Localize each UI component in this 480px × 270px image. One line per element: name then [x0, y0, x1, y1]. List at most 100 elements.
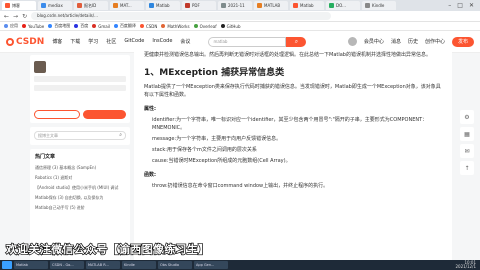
tab-favicon-icon	[221, 3, 226, 8]
start-button[interactable]	[2, 261, 12, 269]
article-intro: 更健康并检测错误信息输出。然后再判断无错误时对话框的处理逻辑。在此总结一下Mat…	[144, 52, 431, 58]
browser-tab[interactable]: 2021-11	[218, 1, 252, 10]
browser-tab[interactable]: DO...	[326, 1, 360, 10]
hot-article-link[interactable]: 【Android studio】使用小米手机 (MIUI) 调试	[35, 185, 125, 191]
article-body: 更健康并检测错误信息输出。然后再判断无错误时对话框的处理逻辑。在此总结一下Mat…	[134, 47, 452, 262]
bookmark-item[interactable]: MathWorks	[161, 23, 190, 29]
taskbar-window[interactable]: Matlab	[14, 261, 48, 269]
header-link[interactable]: 消息	[391, 38, 401, 45]
tab-label: MAT...	[120, 3, 132, 8]
blog-search-input[interactable]: 搜博主文章 ⌕	[34, 131, 126, 140]
browser-tab[interactable]: mediax	[38, 1, 72, 10]
csdn-logo[interactable]: CSDN	[6, 37, 44, 47]
forward-icon[interactable]: →	[13, 13, 18, 20]
tab-label: 博客	[12, 3, 20, 8]
follow-button[interactable]	[82, 110, 126, 119]
browser-tab[interactable]: MATLAB	[254, 1, 288, 10]
nav-link[interactable]: 下载	[70, 38, 80, 45]
tab-favicon-icon	[77, 3, 82, 8]
back-icon[interactable]: ←	[4, 13, 9, 20]
author-avatar[interactable]	[34, 61, 46, 73]
header-link[interactable]: 会员中心	[364, 38, 384, 45]
tab-label: 2021-11	[228, 3, 245, 8]
hot-article-link[interactable]: Robotics (1) 退斯对	[35, 175, 125, 181]
browser-tab[interactable]: Matlab	[146, 1, 180, 10]
bookmark-item[interactable]: GitHub	[220, 24, 241, 29]
tab-label: PDF	[192, 3, 200, 8]
tab-label: mediax	[48, 3, 63, 8]
bookmark-item[interactable]: 百度	[74, 23, 88, 29]
site-search-input[interactable]: matlab	[208, 36, 287, 47]
taskbar-clock[interactable]: 10:01 2021/12/1	[455, 261, 476, 269]
bookmark-label: MathWorks	[167, 23, 190, 29]
search-button[interactable]: ⌕	[286, 36, 307, 47]
bookmark-item[interactable]: 百度翻译	[113, 23, 136, 29]
nav-link[interactable]: GitCode	[124, 38, 144, 45]
window-controls: – □ ✕	[448, 2, 474, 9]
stats-row	[34, 76, 126, 82]
bookmark-icon	[48, 24, 53, 28]
browser-tab[interactable]: 报名ID	[74, 1, 108, 10]
nav-link[interactable]: 社区	[106, 38, 116, 45]
property-item: identifier:为一个字符串，唯一标识对应一个identifier，其至少…	[152, 117, 428, 131]
url-field[interactable]: blog.csdn.net/article/details/...	[31, 12, 332, 20]
search-icon: ⌕	[294, 37, 299, 45]
nav-link[interactable]: 博客	[52, 38, 62, 45]
gear-icon[interactable]: ⚙	[460, 110, 474, 124]
tab-favicon-icon	[113, 3, 118, 8]
hot-article-link[interactable]: Matlab自己动手写 (5) 进阶	[35, 205, 125, 211]
nav-link[interactable]: 学习	[88, 38, 98, 45]
bookmark-item[interactable]: 百度地图	[48, 23, 70, 29]
video-subtitle: 欢迎关注微信公众号【谕西图像练习生】	[5, 242, 210, 256]
property-item: message:为一个字符串，主要用于向用户反馈错误信息。	[152, 136, 282, 142]
taskbar-window[interactable]: Obs Studio	[158, 261, 192, 269]
taskbar-window[interactable]: MATLAB R...	[86, 261, 120, 269]
tab-favicon-icon	[149, 3, 154, 8]
minimize-icon[interactable]: –	[448, 2, 451, 9]
browser-tab[interactable]: PDF	[182, 1, 216, 10]
section-description: Matlab提供了一个MException类来保存执行代码时捕获的错误信息。当发…	[144, 84, 441, 98]
taskbar-window[interactable]: Kindle	[122, 261, 156, 269]
grid-icon[interactable]: ▦	[460, 127, 474, 141]
reload-icon[interactable]: ↻	[22, 13, 27, 20]
taskbar-window[interactable]: App Gen...	[194, 261, 228, 269]
nav-link[interactable]: InsCode	[152, 38, 172, 45]
function-item: throw:扔错误信息在命令窗口command window上输出，并终止程序的…	[152, 183, 329, 189]
avatar[interactable]	[347, 37, 357, 46]
browser-tab[interactable]: 博客	[2, 1, 36, 10]
close-icon[interactable]: ✕	[469, 2, 474, 9]
maximize-icon[interactable]: □	[457, 2, 463, 9]
bookmark-label: YouTube	[28, 23, 45, 29]
bookmark-item[interactable]: Overleaf	[193, 24, 217, 29]
properties-label: 属性:	[144, 106, 156, 112]
message-button[interactable]	[34, 110, 80, 119]
address-bar: ← → ↻ blog.csdn.net/article/details/...	[0, 11, 480, 22]
create-button[interactable]: 发布	[451, 36, 474, 47]
right-toolbar: ⚙ ▦ ✉ ↑	[460, 110, 476, 175]
browser-tab[interactable]: Kindle	[362, 1, 396, 10]
browser-tab[interactable]: MAT...	[110, 1, 144, 10]
header-link[interactable]: 历史	[408, 38, 418, 45]
bookmark-label: 百度	[80, 23, 89, 28]
profile-card	[30, 55, 130, 123]
browser-tab[interactable]: Matlab	[290, 1, 324, 10]
bookmark-item[interactable]: CSDN	[139, 24, 157, 29]
bookmark-item[interactable]: Gmail	[92, 24, 110, 29]
tab-label: Kindle	[372, 3, 385, 8]
tab-favicon-icon	[41, 3, 46, 8]
hot-article-link[interactable]: Matlab保存 (3) 自由切换, 以及保存为	[35, 195, 125, 201]
taskbar: Matlab CSDN - Go... MATLAB R... Kindle Obs S…	[0, 260, 480, 270]
bookmark-icon	[220, 24, 225, 28]
search-icon[interactable]: ⌕	[119, 132, 122, 139]
bookmark-item[interactable]: 应用	[4, 23, 18, 29]
nav-link[interactable]: 会议	[180, 38, 190, 45]
hot-article-link[interactable]: 通信原理 (3) 基本概念 (SampEn)	[35, 165, 125, 171]
chat-icon[interactable]: ✉	[460, 144, 474, 158]
header-link[interactable]: 创作中心	[425, 38, 445, 45]
taskbar-window[interactable]: CSDN - Go...	[50, 261, 84, 269]
arrow-up-icon[interactable]: ↑	[460, 161, 474, 175]
tab-label: Matlab	[300, 3, 314, 8]
tab-label: DO...	[336, 3, 346, 8]
bookmark-icon	[4, 24, 8, 28]
bookmark-item[interactable]: YouTube	[22, 24, 44, 29]
